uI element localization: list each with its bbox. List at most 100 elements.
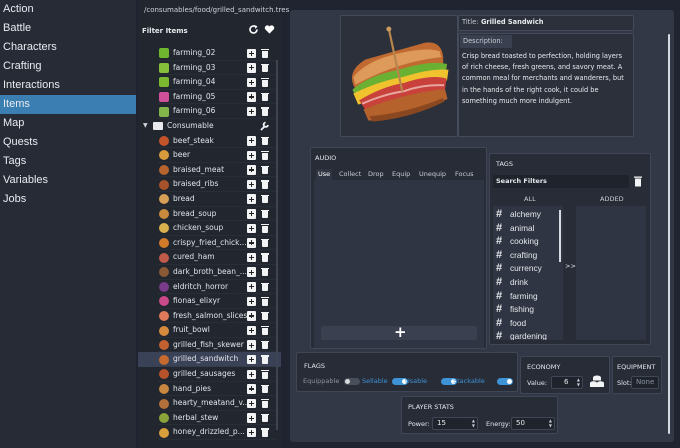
tree-item[interactable]: chicken_soup — [138, 221, 281, 236]
add-icon[interactable] — [247, 384, 256, 394]
trash-icon[interactable] — [260, 209, 269, 219]
add-icon[interactable] — [247, 340, 256, 350]
items-scrollbar[interactable] — [276, 60, 278, 430]
tree-item[interactable]: hand_pies — [138, 382, 281, 397]
spin-arrows-icon[interactable]: ▲ ▼ — [577, 377, 580, 387]
add-icon[interactable] — [247, 165, 256, 175]
tag-item[interactable]: # crafting — [496, 249, 558, 263]
trash-icon[interactable] — [260, 224, 269, 234]
economy-value-input[interactable]: 6 ▲ ▼ — [551, 376, 583, 389]
trash-icon[interactable] — [260, 311, 269, 321]
tab-drop[interactable]: Drop — [366, 169, 386, 180]
editor-scrollbar[interactable] — [668, 34, 670, 434]
add-icon[interactable] — [247, 92, 256, 102]
trash-icon[interactable] — [260, 297, 269, 307]
trash-icon[interactable] — [260, 282, 269, 292]
add-icon[interactable] — [247, 179, 256, 190]
trash-icon[interactable] — [260, 413, 269, 423]
nav-item-variables[interactable]: Variables — [0, 171, 136, 190]
tag-item[interactable]: # drink — [496, 276, 558, 290]
tree-item[interactable]: fruit_bowl — [138, 323, 281, 338]
add-icon[interactable] — [247, 209, 256, 219]
nav-item-characters[interactable]: Characters — [0, 38, 136, 57]
trash-icon[interactable] — [260, 253, 269, 263]
add-icon[interactable] — [247, 194, 256, 204]
tree-item[interactable]: fresh_salmon_slices — [138, 309, 281, 324]
tab-unequip[interactable]: Unequip — [417, 169, 448, 180]
tree-item[interactable]: beef_steak — [138, 134, 281, 149]
trash-icon[interactable] — [260, 107, 269, 117]
spin-arrows-icon[interactable]: ▲ ▼ — [472, 418, 475, 428]
tree-item[interactable]: crispy_fried_chick... — [138, 236, 281, 251]
power-input[interactable]: 15 ▲ ▼ — [432, 417, 478, 430]
tree-item[interactable]: fionas_elixyr — [138, 294, 281, 309]
energy-input[interactable]: 50 ▲ ▼ — [511, 417, 555, 430]
tree-item[interactable]: farming_02 — [138, 46, 281, 61]
spin-arrows-icon[interactable]: ▲ ▼ — [549, 418, 552, 428]
tag-item[interactable]: # cooking — [496, 235, 558, 249]
tab-focus[interactable]: Focus — [453, 169, 476, 180]
tab-equip[interactable]: Equip — [390, 169, 412, 180]
add-icon[interactable] — [247, 136, 256, 146]
trash-icon[interactable] — [260, 92, 269, 102]
tab-collect[interactable]: Collect — [337, 169, 363, 180]
trash-icon[interactable] — [260, 78, 269, 88]
add-icon[interactable] — [247, 369, 256, 380]
add-icon[interactable] — [247, 325, 256, 336]
trash-icon[interactable] — [260, 370, 269, 380]
trash-icon[interactable] — [260, 428, 269, 438]
add-icon[interactable] — [247, 413, 256, 423]
tree-item[interactable]: hearty_meatand_v... — [138, 396, 281, 411]
tree-item[interactable]: farming_03 — [138, 61, 281, 76]
tree-item[interactable]: dark_broth_bean_... — [138, 265, 281, 280]
chevron-down-icon[interactable]: ▼ — [143, 119, 148, 134]
toggle-equippable[interactable] — [344, 378, 360, 385]
add-icon[interactable] — [247, 252, 256, 263]
add-icon[interactable] — [247, 296, 256, 307]
tag-item[interactable]: # farming — [496, 290, 558, 304]
tree-item[interactable]: grilled_sausages — [138, 367, 281, 382]
tree-item[interactable]: cured_ham — [138, 250, 281, 265]
nav-item-map[interactable]: Map — [0, 114, 136, 133]
trash-icon[interactable] — [260, 151, 269, 161]
trash-icon[interactable] — [260, 267, 269, 277]
trash-icon[interactable] — [260, 63, 269, 73]
nav-item-interactions[interactable]: Interactions — [0, 76, 136, 95]
tree-item[interactable]: bread_soup — [138, 207, 281, 222]
description-field[interactable]: Description: Crisp bread toasted to perf… — [458, 33, 634, 137]
tag-search-input[interactable]: Search Filters — [493, 175, 629, 188]
tree-item[interactable]: farming_06 — [138, 104, 281, 119]
trash-icon[interactable] — [260, 340, 269, 350]
tree-item[interactable]: eldritch_horror — [138, 280, 281, 295]
add-icon[interactable] — [247, 267, 256, 277]
tree-item[interactable]: herbal_stew — [138, 411, 281, 426]
tag-item[interactable]: # currency — [496, 262, 558, 276]
add-icon[interactable] — [247, 282, 256, 292]
trash-icon[interactable] — [260, 136, 269, 146]
tree-item[interactable]: honey_drizzled_p... — [138, 425, 281, 441]
nav-item-tags[interactable]: Tags — [0, 152, 136, 171]
tree-item[interactable]: braised_meat — [138, 163, 281, 178]
move-tags-button[interactable]: >> — [565, 262, 576, 270]
tree-item[interactable]: beer — [138, 148, 281, 163]
tag-item[interactable]: # fishing — [496, 303, 558, 317]
add-icon[interactable] — [247, 427, 256, 438]
add-icon[interactable] — [247, 354, 256, 365]
tree-item[interactable]: bread — [138, 192, 281, 207]
tree-group-consumable[interactable]: ▼ Consumable — [138, 119, 281, 134]
nav-item-action[interactable]: Action — [0, 0, 136, 19]
nav-item-quests[interactable]: Quests — [0, 133, 136, 152]
tag-item[interactable]: # gardening — [496, 330, 558, 340]
trash-icon[interactable] — [260, 399, 269, 409]
add-icon[interactable] — [247, 77, 256, 88]
trash-icon[interactable] — [260, 355, 269, 365]
trash-icon[interactable] — [260, 326, 269, 336]
trash-icon[interactable] — [260, 238, 269, 248]
tree-item[interactable]: farming_05 — [138, 90, 281, 105]
refresh-icon[interactable] — [247, 24, 259, 36]
tag-item[interactable]: # animal — [496, 222, 558, 236]
equipment-slot-select[interactable]: None — [631, 376, 659, 389]
trash-icon[interactable] — [633, 176, 643, 187]
audio-add-button[interactable]: + — [321, 323, 477, 341]
trash-icon[interactable] — [260, 180, 269, 190]
